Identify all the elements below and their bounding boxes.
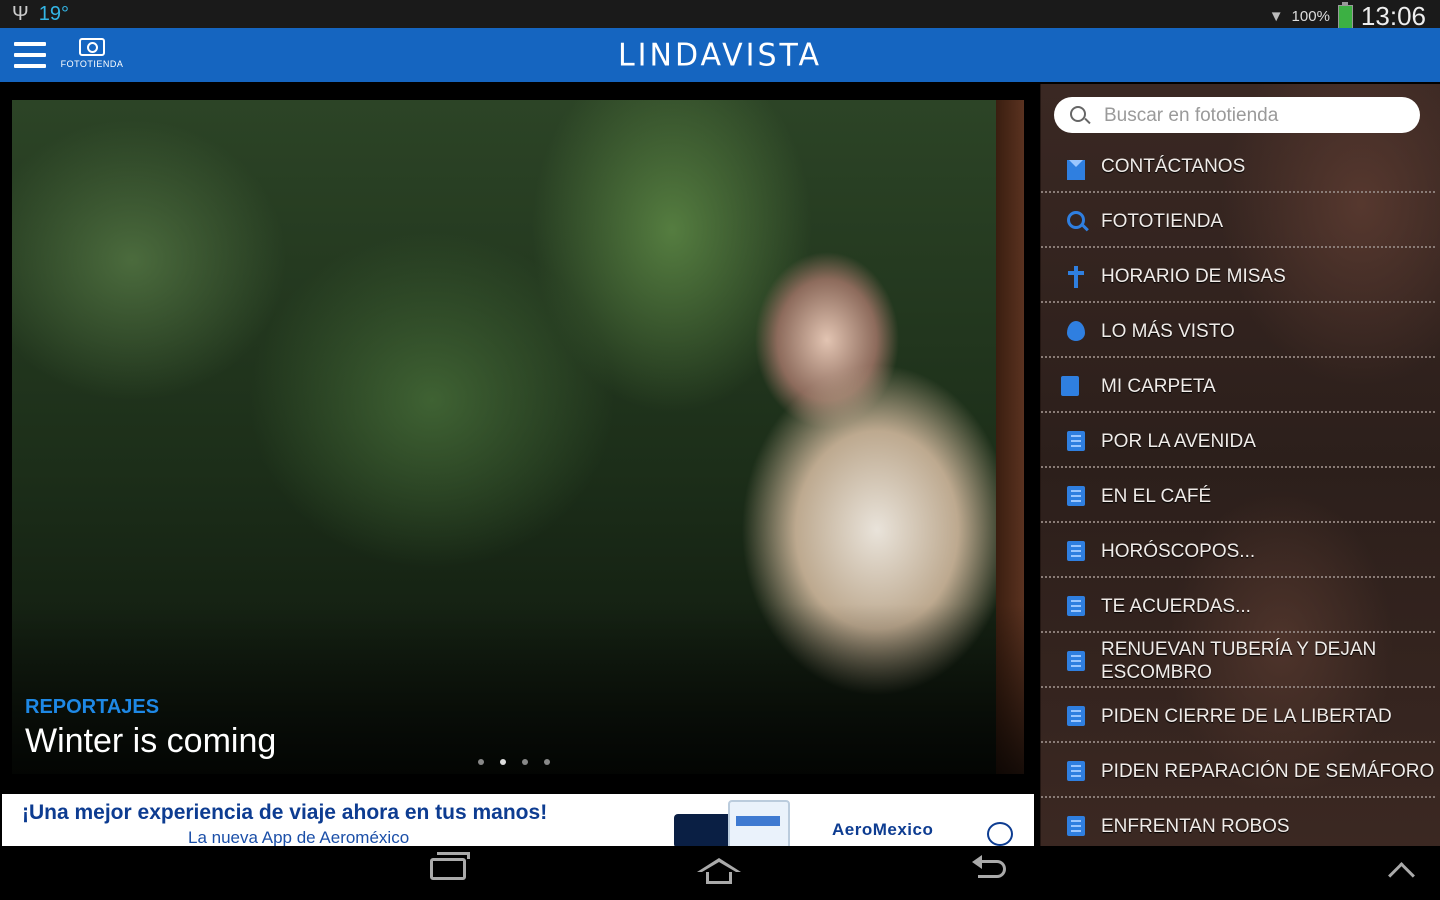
sidebar-item-label: HORÓSCOPOS... [1101, 541, 1256, 562]
sidebar-item-label: LO MÁS VISTO [1101, 321, 1235, 342]
ad-tablet-image [728, 800, 790, 846]
sidebar-item-horoscopos[interactable]: HORÓSCOPOS... [1041, 523, 1435, 578]
sidebar-item-fototienda[interactable]: FOTOTIENDA [1041, 193, 1435, 248]
chevron-up-icon[interactable] [1388, 862, 1415, 889]
search-icon [1067, 211, 1085, 229]
sidebar-menu: CONTÁCTANOS FOTOTIENDA HORARIO DE MISAS … [1040, 84, 1440, 853]
home-icon[interactable] [697, 858, 741, 886]
sidebar-item-label: TE ACUERDAS... [1101, 596, 1251, 617]
status-bar: Ψ 19° ▼ 100% 13:06 [0, 0, 1440, 31]
sidebar-item-renuevan-tuberia[interactable]: RENUEVAN TUBERÍA Y DEJAN ESCOMBRO [1041, 633, 1435, 688]
sidebar-list: CONTÁCTANOS FOTOTIENDA HORARIO DE MISAS … [1041, 138, 1440, 853]
ad-phone-image [674, 814, 732, 846]
sidebar-item-label: MI CARPETA [1101, 376, 1216, 397]
sidebar-item-lo-mas-visto[interactable]: LO MÁS VISTO [1041, 303, 1435, 358]
document-icon [1067, 816, 1085, 836]
sidebar-item-mi-carpeta[interactable]: MI CARPETA [1041, 358, 1435, 413]
sidebar-item-en-el-cafe[interactable]: EN EL CAFÉ [1041, 468, 1435, 523]
folder-icon [1061, 376, 1079, 396]
carousel-indicator [478, 759, 550, 765]
carousel-dot[interactable] [544, 759, 550, 765]
flame-icon [1067, 321, 1085, 341]
sidebar-item-piden-reparacion[interactable]: PIDEN REPARACIÓN DE SEMÁFORO [1041, 743, 1435, 798]
sidebar-item-label: ENFRENTAN ROBOS [1101, 816, 1290, 837]
sidebar-item-label: HORARIO DE MISAS [1101, 266, 1286, 287]
battery-percent: 100% [1291, 8, 1330, 25]
document-icon [1067, 431, 1085, 451]
carousel-dot[interactable] [478, 759, 484, 765]
battery-icon [1337, 1, 1353, 29]
usb-icon: Ψ [12, 3, 29, 25]
sidebar-item-horario-de-misas[interactable]: HORARIO DE MISAS [1041, 248, 1435, 303]
sidebar-item-por-la-avenida[interactable]: POR LA AVENIDA [1041, 413, 1435, 468]
ad-subline: La nueva App de Aeroméxico [188, 828, 410, 846]
sidebar-item-label: PIDEN REPARACIÓN DE SEMÁFORO [1101, 761, 1435, 782]
search-icon [1070, 106, 1086, 122]
document-icon [1067, 486, 1085, 506]
mail-icon [1067, 160, 1085, 180]
hero-category[interactable]: REPORTAJES [25, 696, 159, 719]
hero-title[interactable]: Winter is coming [25, 722, 276, 761]
sidebar-item-label: PIDEN CIERRE DE LA LIBERTAD [1101, 706, 1392, 727]
carousel-dot[interactable] [522, 759, 528, 765]
sidebar-item-piden-cierre[interactable]: PIDEN CIERRE DE LA LIBERTAD [1041, 688, 1435, 743]
wifi-icon: ▼ [1268, 8, 1284, 25]
recent-apps-icon[interactable] [430, 852, 470, 880]
search-bar[interactable] [1054, 97, 1420, 133]
search-input[interactable] [1102, 103, 1406, 129]
sidebar-item-label: EN EL CAFÉ [1101, 486, 1212, 507]
document-icon [1067, 541, 1085, 561]
sidebar-item-contactanos[interactable]: CONTÁCTANOS [1041, 138, 1435, 193]
cross-icon [1067, 266, 1085, 288]
document-icon [1067, 651, 1085, 671]
sidebar-item-label: POR LA AVENIDA [1101, 431, 1256, 452]
sidebar-item-enfrentan-robos[interactable]: ENFRENTAN ROBOS [1041, 798, 1435, 853]
sidebar-item-label: RENUEVAN TUBERÍA Y DEJAN ESCOMBRO [1101, 639, 1377, 683]
sidebar-item-label: FOTOTIENDA [1101, 211, 1224, 232]
sidebar-item-label: CONTÁCTANOS [1101, 156, 1246, 177]
temperature-text: 19° [38, 3, 69, 25]
system-nav-bar [0, 846, 1440, 900]
back-icon[interactable] [972, 855, 1010, 884]
hero-carousel[interactable]: REPORTAJES Winter is coming [12, 100, 1024, 774]
aeromexico-logo-icon [987, 822, 1013, 846]
document-icon [1067, 706, 1085, 726]
ad-banner[interactable]: ¡Una mejor experiencia de viaje ahora en… [2, 794, 1034, 846]
document-icon [1067, 761, 1085, 781]
ad-headline: ¡Una mejor experiencia de viaje ahora en… [22, 801, 548, 824]
status-left: Ψ 19° [12, 3, 69, 26]
document-icon [1067, 596, 1085, 616]
sidebar-item-te-acuerdas[interactable]: TE ACUERDAS... [1041, 578, 1435, 633]
app-brand-title: LINDAVISTA [617, 37, 823, 74]
ad-brand: AeroMexico [832, 820, 934, 839]
carousel-dot-active[interactable] [500, 759, 506, 765]
